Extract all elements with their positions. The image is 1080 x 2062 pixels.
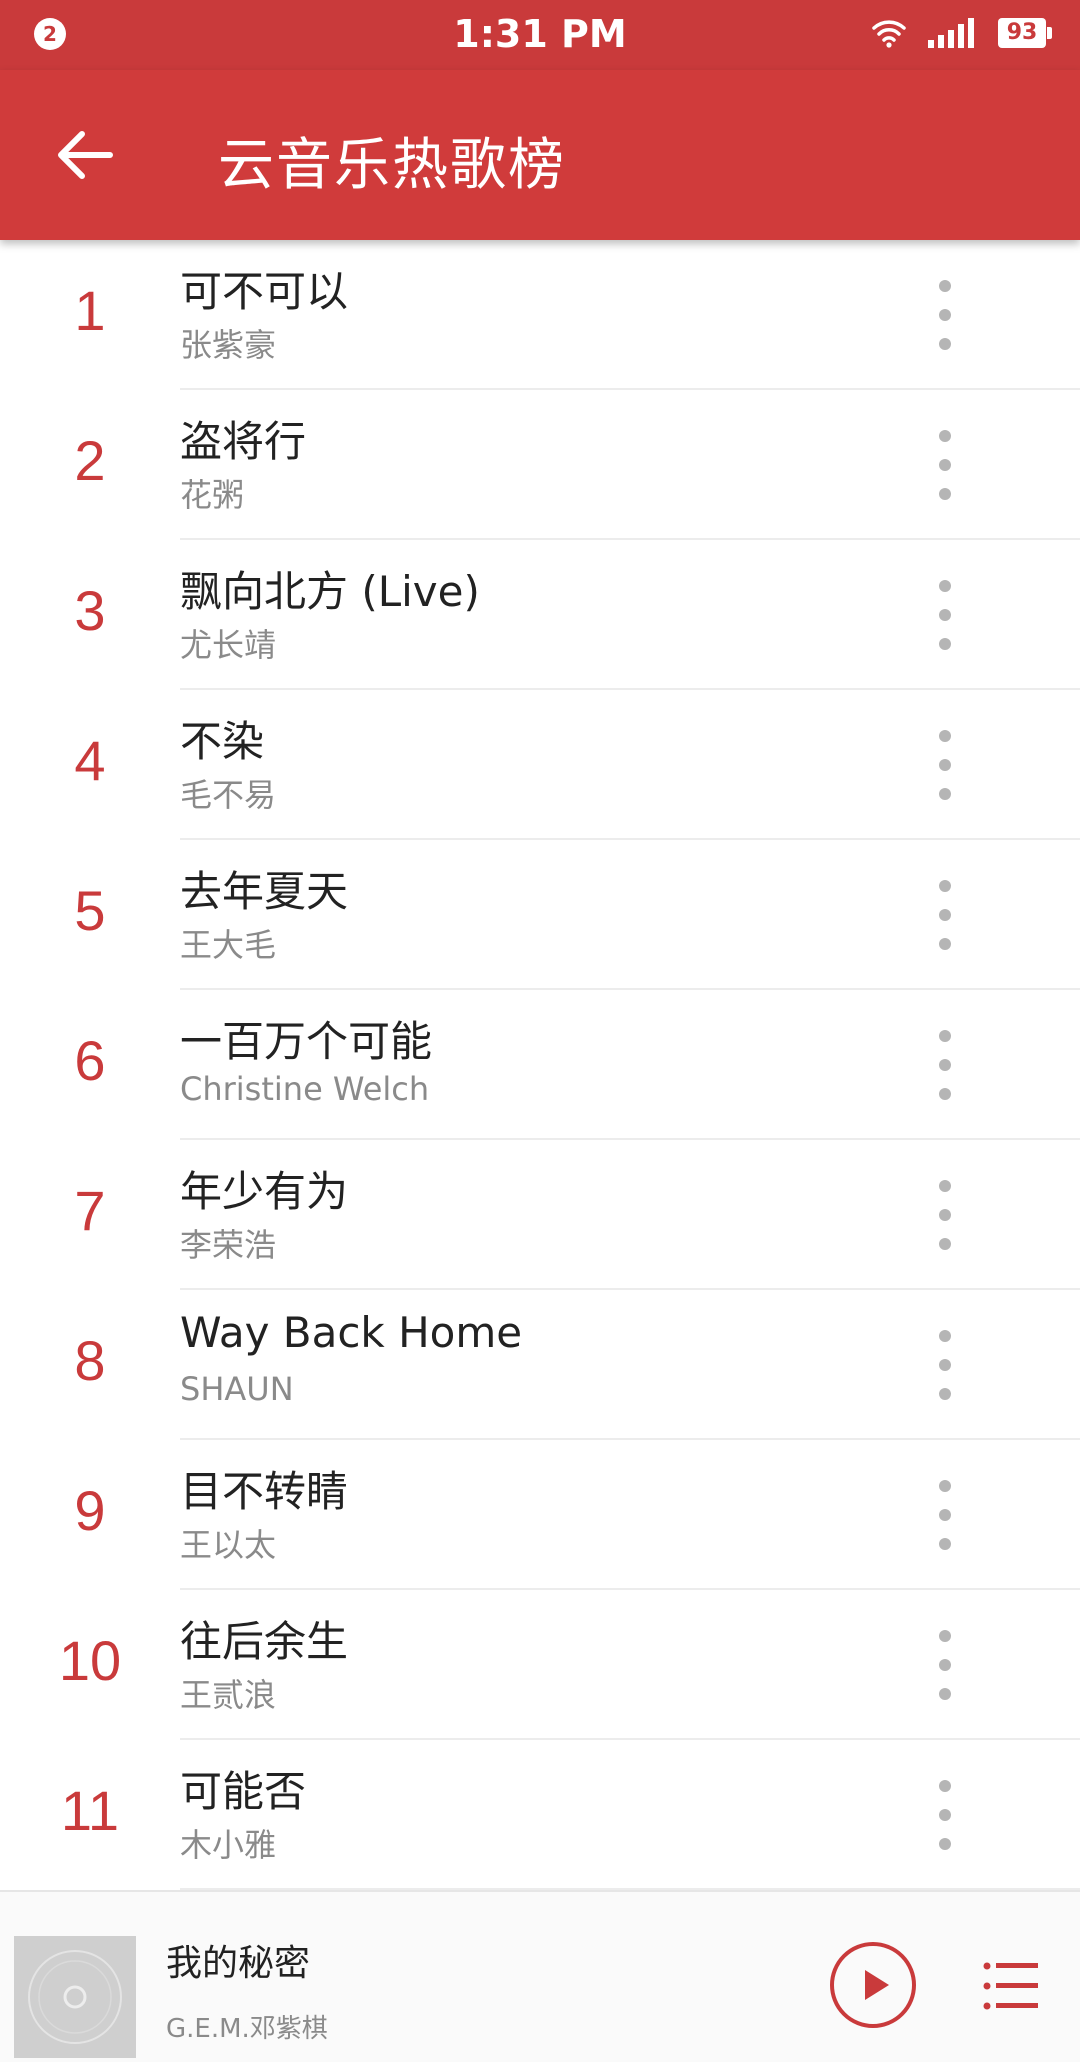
- app-bar: 云音乐热歌榜: [0, 70, 1080, 240]
- song-rank: 8: [74, 1329, 106, 1392]
- song-rank: 1: [74, 279, 106, 342]
- more-options-icon[interactable]: [930, 580, 960, 650]
- song-title: 可不可以: [180, 267, 349, 316]
- song-row[interactable]: 3 飘向北方 (Live) 尤长靖: [0, 540, 1080, 690]
- song-row[interactable]: 2 盗将行 花粥: [0, 390, 1080, 540]
- song-rank: 4: [74, 729, 106, 792]
- song-rank: 11: [60, 1779, 120, 1842]
- song-artist: Christine Welch: [180, 1070, 430, 1108]
- song-artist: 木小雅: [180, 1826, 277, 1864]
- song-rank: 9: [74, 1479, 106, 1542]
- song-title: 往后余生: [180, 1617, 349, 1666]
- song-artist: 尤长靖: [180, 626, 277, 664]
- more-options-icon[interactable]: [930, 1180, 960, 1250]
- song-row[interactable]: 6 一百万个可能 Christine Welch: [0, 990, 1080, 1140]
- song-row[interactable]: 8 Way Back Home SHAUN: [0, 1290, 1080, 1440]
- song-artist: SHAUN: [180, 1370, 294, 1408]
- song-title: 年少有为: [180, 1167, 349, 1216]
- playlist-icon[interactable]: [982, 1958, 1040, 2014]
- back-arrow-icon[interactable]: [52, 122, 118, 188]
- album-art[interactable]: [14, 1936, 136, 2058]
- song-rank: 2: [74, 429, 106, 492]
- song-rank: 5: [74, 879, 106, 942]
- song-row[interactable]: 4 不染 毛不易: [0, 690, 1080, 840]
- song-rank: 7: [74, 1179, 106, 1242]
- song-artist: 李荣浩: [180, 1226, 277, 1264]
- more-options-icon[interactable]: [930, 880, 960, 950]
- song-list: 1 可不可以 张紫豪 2 盗将行 花粥 3 飘向北方 (Live) 尤长靖 4 …: [0, 240, 1080, 1890]
- song-artist: 张紫豪: [180, 326, 277, 364]
- more-options-icon[interactable]: [930, 1330, 960, 1400]
- song-title: 飘向北方 (Live): [180, 567, 480, 616]
- song-artist: 王大毛: [180, 926, 277, 964]
- status-bar: 2 1:31 PM 93: [0, 0, 1080, 70]
- more-options-icon[interactable]: [930, 1480, 960, 1550]
- song-title: Way Back Home: [180, 1308, 523, 1357]
- now-playing-artist: G.E.M.邓紫棋: [166, 2014, 328, 2044]
- song-row[interactable]: 5 去年夏天 王大毛: [0, 840, 1080, 990]
- battery-icon: 93: [998, 18, 1052, 48]
- page-title: 云音乐热歌榜: [218, 133, 566, 198]
- more-options-icon[interactable]: [930, 730, 960, 800]
- song-title: 盗将行: [180, 417, 307, 466]
- song-row[interactable]: 9 目不转睛 王以太: [0, 1440, 1080, 1590]
- song-rank: 3: [74, 579, 106, 642]
- song-title: 去年夏天: [180, 867, 349, 916]
- status-icons: 93: [872, 18, 1052, 48]
- song-title: 一百万个可能: [180, 1017, 433, 1066]
- song-artist: 王贰浪: [180, 1676, 277, 1714]
- more-options-icon[interactable]: [930, 1630, 960, 1700]
- song-title: 可能否: [180, 1767, 307, 1816]
- play-button[interactable]: [830, 1942, 916, 2028]
- song-title: 不染: [180, 717, 265, 766]
- more-options-icon[interactable]: [930, 280, 960, 350]
- play-icon: [865, 1970, 889, 2000]
- song-rank: 6: [74, 1029, 106, 1092]
- song-row[interactable]: 1 可不可以 张紫豪: [0, 240, 1080, 390]
- more-options-icon[interactable]: [930, 1030, 960, 1100]
- song-artist: 花粥: [180, 476, 245, 514]
- disc-icon: [14, 1936, 136, 2058]
- now-playing-title: 我的秘密: [166, 1943, 311, 1984]
- song-title: 目不转睛: [180, 1467, 349, 1516]
- more-options-icon[interactable]: [930, 430, 960, 500]
- song-row[interactable]: 11 可能否 木小雅: [0, 1740, 1080, 1890]
- song-rank: 10: [58, 1629, 122, 1692]
- signal-icon: [928, 18, 974, 48]
- song-row[interactable]: 10 往后余生 王贰浪: [0, 1590, 1080, 1740]
- mini-player[interactable]: 我的秘密 G.E.M.邓紫棋: [0, 1890, 1080, 2062]
- song-artist: 毛不易: [180, 776, 277, 814]
- more-options-icon[interactable]: [930, 1780, 960, 1850]
- wifi-icon: [872, 20, 906, 48]
- song-row[interactable]: 7 年少有为 李荣浩: [0, 1140, 1080, 1290]
- song-artist: 王以太: [180, 1526, 277, 1564]
